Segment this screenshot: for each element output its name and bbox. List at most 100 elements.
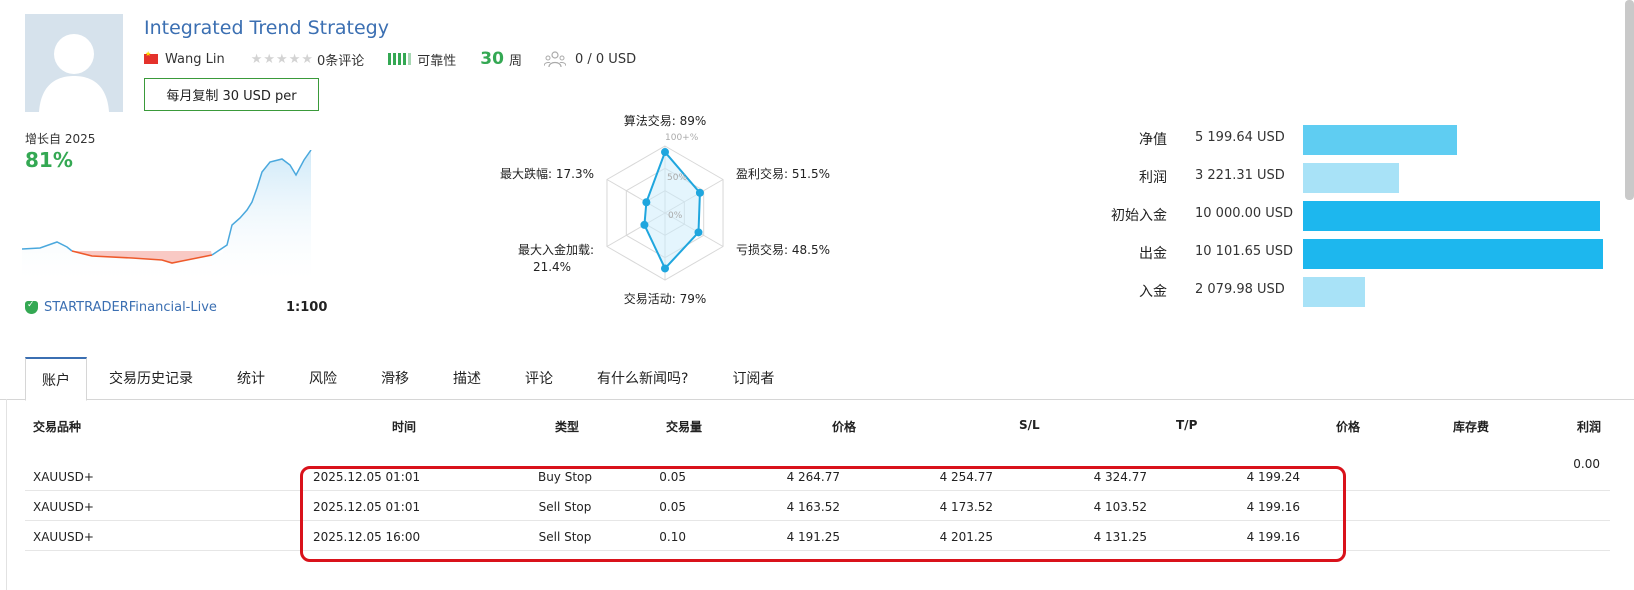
- star-icon: ★: [250, 51, 263, 67]
- cell-price2: 4 199.24: [1246, 470, 1300, 484]
- cell-price2: 4 199.16: [1246, 530, 1300, 544]
- star-icon: ★: [288, 51, 301, 67]
- cell-symbol: XAUUSD+: [33, 470, 94, 484]
- cell-price2: 4 199.16: [1246, 500, 1300, 514]
- col-swap[interactable]: 库存费: [1453, 418, 1489, 435]
- tab-3[interactable]: 风险: [287, 356, 359, 400]
- balance-value: 5 199.64 USD: [1195, 130, 1285, 145]
- radar-label-loss: 亏损交易: 48.5%: [736, 242, 830, 257]
- weeks-unit: 周: [508, 53, 522, 69]
- page-scrollbar[interactable]: [1625, 0, 1634, 200]
- radar-point: [661, 148, 669, 157]
- author-name[interactable]: Wang Lin: [165, 52, 225, 67]
- radar-point: [661, 264, 669, 273]
- tab-bar: 账户 交易历史记录 统计 风险 滑移 描述 评论 有什么新闻吗? 订阅者: [25, 354, 796, 401]
- signal-meta: Wang Lin ★ ★ ★ ★ ★ 0条评论 可靠性 30 周 0 / 0 U…: [144, 49, 636, 69]
- copy-subscribe-button[interactable]: 每月复制 30 USD per: [144, 78, 319, 111]
- balance-value: 3 221.31 USD: [1195, 168, 1285, 183]
- cell-type: Buy Stop: [537, 470, 593, 484]
- balance-value: 10 101.65 USD: [1195, 244, 1294, 259]
- reliability-bars-icon: [388, 53, 412, 65]
- star-icon: ★: [263, 51, 276, 67]
- cell-volume: 0.05: [659, 500, 686, 514]
- balance-row: 净值 5 199.64 USD: [1085, 125, 1615, 163]
- star-icon: ★: [301, 51, 313, 67]
- cell-type: Sell Stop: [538, 530, 592, 544]
- growth-mini-chart[interactable]: [22, 150, 327, 280]
- col-type[interactable]: 类型: [555, 418, 579, 435]
- cell-sl: 4 201.25: [939, 530, 993, 544]
- radar-label-load: 最大入金加载:: [518, 242, 594, 257]
- cell-time: 2025.12.05 01:01: [313, 500, 421, 514]
- balance-summary: 净值 5 199.64 USD 利润 3 221.31 USD 初始入金 10 000.0…: [1085, 125, 1615, 315]
- cell-time: 2025.12.05 01:01: [313, 470, 421, 484]
- col-price[interactable]: 价格: [832, 418, 856, 435]
- broker-link[interactable]: STARTRADERFinancial-Live: [25, 300, 217, 315]
- col-profit[interactable]: 利润: [1577, 418, 1601, 435]
- balance-bar: [1303, 201, 1600, 231]
- tab-1[interactable]: 交易历史记录: [87, 356, 215, 400]
- broker-name[interactable]: STARTRADERFinancial-Live: [44, 300, 217, 315]
- balance-row: 出金 10 101.65 USD: [1085, 239, 1615, 277]
- radar-point: [694, 228, 703, 237]
- balance-value: 10 000.00 USD: [1195, 206, 1294, 221]
- tab-8[interactable]: 订阅者: [710, 356, 796, 400]
- balance-row: 初始入金 10 000.00 USD: [1085, 201, 1615, 239]
- user-silhouette-icon: [39, 34, 109, 112]
- balance-bar: [1303, 277, 1365, 307]
- cell-tp: 4 324.77: [1093, 470, 1147, 484]
- balance-bar: [1303, 125, 1458, 155]
- col-symbol[interactable]: 交易品种: [33, 418, 81, 435]
- col-price2[interactable]: 价格: [1336, 418, 1360, 435]
- tab-4[interactable]: 滑移: [359, 356, 431, 400]
- cell-symbol: XAUUSD+: [33, 530, 94, 544]
- col-sl[interactable]: S/L: [1019, 418, 1040, 432]
- radar-label-load-value: 21.4%: [533, 260, 571, 274]
- leverage: 1:100: [286, 300, 328, 315]
- balance-value: 2 079.98 USD: [1195, 282, 1285, 297]
- cell-volume: 0.10: [659, 530, 686, 544]
- cell-time: 2025.12.05 16:00: [313, 530, 421, 544]
- growth-label: 增长自 2025: [25, 132, 96, 146]
- subscribers-value: 0 / 0 USD: [574, 51, 637, 67]
- balance-row: 入金 2 079.98 USD: [1085, 277, 1615, 315]
- cell-tp: 4 131.25: [1093, 530, 1147, 544]
- tab-0[interactable]: 账户: [25, 357, 87, 401]
- balance-bar: [1303, 239, 1603, 269]
- content-left-border: [6, 399, 7, 590]
- radar-label-algo: 算法交易: 89%: [624, 113, 707, 128]
- cell-sl: 4 173.52: [939, 500, 993, 514]
- cell-type: Sell Stop: [538, 500, 592, 514]
- radar-tick-0: 0%: [668, 211, 683, 221]
- col-time[interactable]: 时间: [392, 418, 416, 435]
- tab-7[interactable]: 有什么新闻吗?: [575, 356, 710, 400]
- radar-label-profit: 盈利交易: 51.5%: [736, 166, 830, 181]
- col-tp[interactable]: T/P: [1176, 418, 1197, 432]
- tab-5[interactable]: 描述: [431, 356, 503, 400]
- balance-label: 净值: [1139, 132, 1167, 148]
- rating-stars: ★ ★ ★ ★ ★: [251, 52, 313, 67]
- balance-label: 利润: [1139, 170, 1167, 186]
- radar-tick-100: 100+%: [665, 133, 699, 143]
- subscribers-icon: [543, 50, 567, 68]
- verified-shield-icon: [25, 300, 38, 314]
- avatar: [25, 14, 123, 112]
- radar-point: [695, 188, 704, 197]
- table-row[interactable]: XAUUSD+ 2025.12.05 01:01 Buy Stop 0.05 4 264…: [25, 461, 1610, 491]
- tab-2[interactable]: 统计: [215, 356, 287, 400]
- cell-price: 4 191.25: [786, 530, 840, 544]
- cell-price: 4 264.77: [786, 470, 840, 484]
- table-row[interactable]: XAUUSD+ 2025.12.05 16:00 Sell Stop 0.10 4 19…: [25, 521, 1610, 551]
- table-row[interactable]: XAUUSD+ 2025.12.05 01:01 Sell Stop 0.05 4 16…: [25, 491, 1610, 521]
- cell-tp: 4 103.52: [1093, 500, 1147, 514]
- reviews-count[interactable]: 0条评论: [317, 50, 364, 69]
- col-volume[interactable]: 交易量: [666, 418, 702, 435]
- radar-point: [642, 198, 651, 207]
- balance-label: 初始入金: [1111, 208, 1167, 224]
- cell-price: 4 163.52: [786, 500, 840, 514]
- page-title[interactable]: Integrated Trend Strategy: [144, 17, 389, 39]
- balance-label: 入金: [1139, 284, 1167, 300]
- weeks-count: 30: [480, 49, 504, 69]
- reliability-label: 可靠性: [417, 53, 457, 69]
- tab-6[interactable]: 评论: [503, 356, 575, 400]
